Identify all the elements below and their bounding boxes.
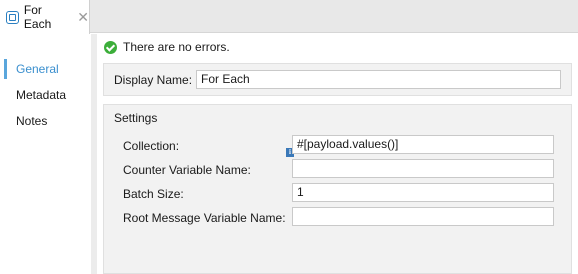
display-name-label: Display Name: — [114, 73, 193, 87]
sidebar-item-notes[interactable]: Notes — [0, 111, 90, 131]
tab-label: For Each — [23, 3, 52, 31]
batch-size-label: Batch Size: — [123, 187, 184, 201]
counter-variable-label: Counter Variable Name: — [123, 163, 251, 177]
settings-title: Settings — [114, 111, 158, 125]
counter-variable-input[interactable] — [292, 159, 554, 178]
display-name-input[interactable]: For Each — [196, 70, 561, 89]
properties-sidebar: General Metadata Notes — [0, 34, 93, 274]
settings-group: Settings Collection: i #[payload.values(… — [103, 104, 572, 274]
general-properties-pane: There are no errors. Display Name: For E… — [97, 34, 578, 274]
editor-tab-bar: For Each ✕ — [0, 0, 578, 34]
root-message-variable-input[interactable] — [292, 207, 554, 226]
validation-status: There are no errors. — [104, 39, 230, 55]
sidebar-item-general[interactable]: General — [0, 59, 90, 79]
collection-input[interactable]: #[payload.values()] — [292, 135, 554, 154]
root-message-variable-label: Root Message Variable Name: — [123, 211, 286, 225]
sidebar-item-metadata[interactable]: Metadata — [0, 85, 90, 105]
display-name-panel: Display Name: For Each — [103, 63, 572, 96]
check-circle-icon — [104, 40, 117, 54]
collection-label: Collection: — [123, 139, 180, 153]
for-each-component-icon — [6, 10, 19, 24]
status-text: There are no errors. — [123, 40, 230, 54]
batch-size-input[interactable]: 1 — [292, 183, 554, 202]
close-icon[interactable]: ✕ — [77, 10, 89, 24]
tab-for-each[interactable]: For Each ✕ — [0, 0, 90, 34]
